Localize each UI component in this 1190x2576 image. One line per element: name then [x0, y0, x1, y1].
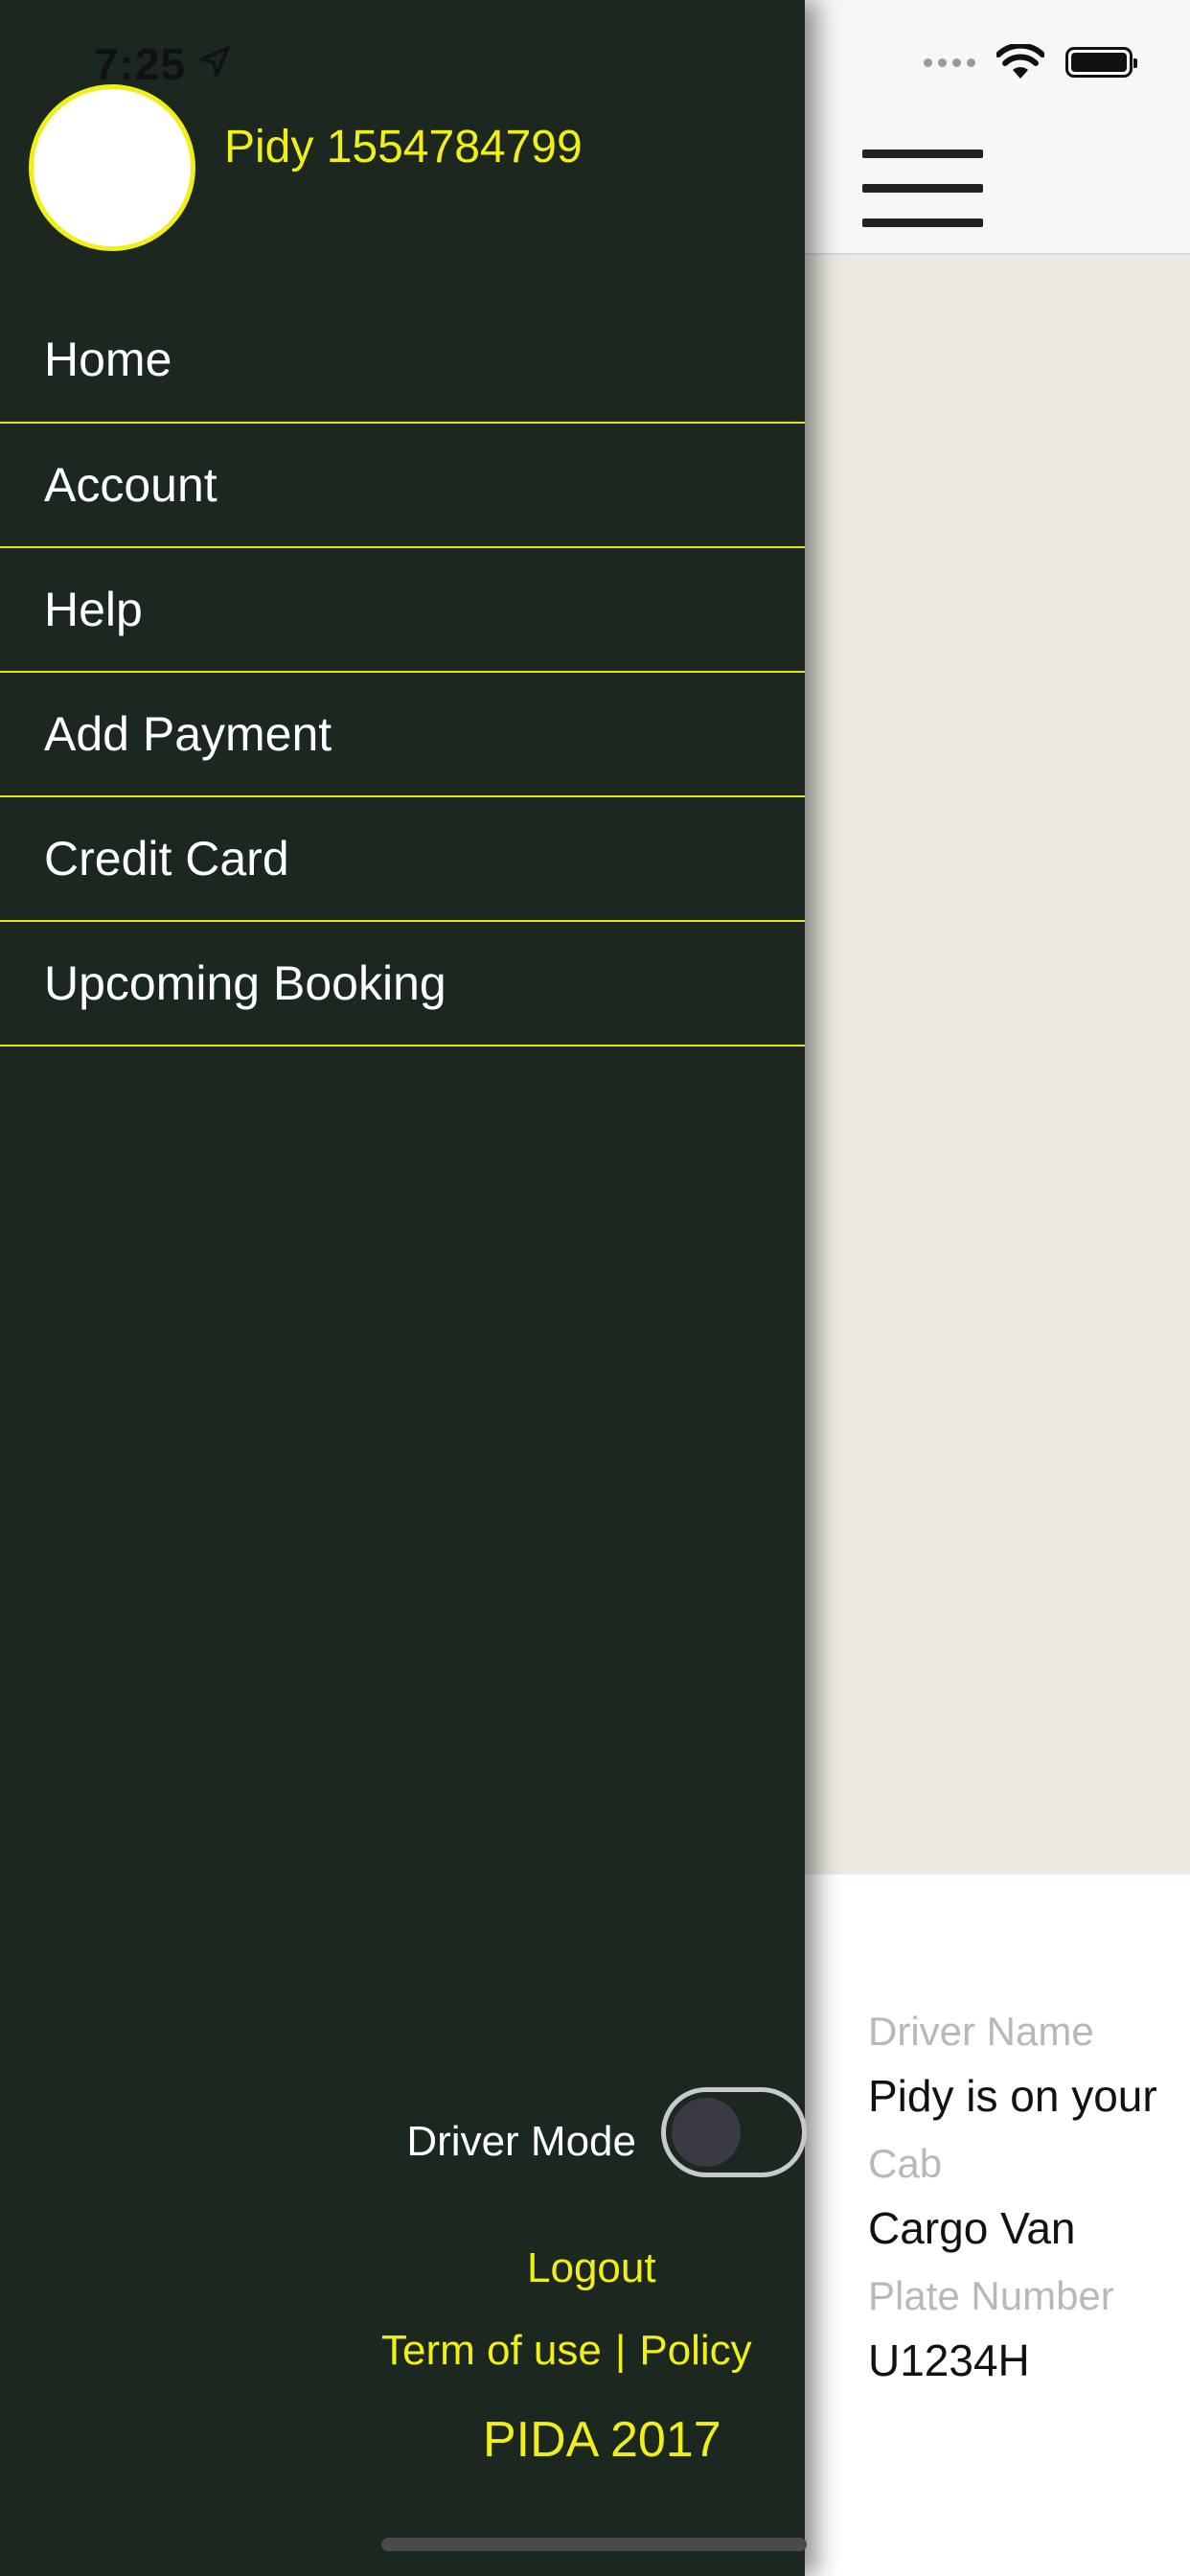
menu-item-home[interactable]: Home — [0, 297, 805, 424]
driver-mode-row: Driver Mode — [0, 2087, 807, 2179]
link-separator: | — [614, 2327, 627, 2374]
map-view[interactable] — [805, 255, 1190, 1874]
plate-number-value: U1234H — [868, 2335, 1030, 2385]
driver-mode-label: Driver Mode — [406, 2118, 636, 2165]
status-indicators — [924, 44, 1137, 80]
menu-item-help[interactable]: Help — [0, 548, 805, 673]
booking-info-panel: Driver Name Pidy is on your Cab Cargo Va… — [805, 1874, 1190, 2576]
cellular-signal-icon — [924, 58, 975, 67]
hamburger-menu-icon[interactable] — [862, 146, 983, 230]
location-arrow-icon — [199, 46, 230, 77]
legal-links: Term of use | Policy — [381, 2327, 752, 2375]
menu-item-account[interactable]: Account — [0, 424, 805, 548]
wifi-icon — [996, 44, 1044, 79]
terms-of-use-link[interactable]: Term of use — [381, 2327, 602, 2374]
driver-mode-toggle[interactable] — [661, 2087, 807, 2177]
battery-icon — [1065, 47, 1137, 78]
menu-item-credit-card[interactable]: Credit Card — [0, 797, 805, 922]
profile-avatar[interactable] — [29, 84, 195, 251]
logout-link[interactable]: Logout — [527, 2244, 656, 2292]
driver-name-label: Driver Name — [868, 2009, 1094, 2054]
side-drawer: 7:25 Pidy 1554784799 Home Account Help A… — [0, 0, 807, 2576]
cab-value: Cargo Van — [868, 2203, 1076, 2253]
menu-item-add-payment[interactable]: Add Payment — [0, 673, 805, 797]
policy-link[interactable]: Policy — [639, 2327, 751, 2374]
status-time: 7:25 — [94, 39, 187, 89]
home-indicator[interactable] — [381, 2538, 807, 2551]
drawer-menu: Home Account Help Add Payment Credit Car… — [0, 297, 805, 1046]
user-name: Pidy 1554784799 — [224, 122, 583, 172]
menu-item-upcoming-booking[interactable]: Upcoming Booking — [0, 922, 805, 1046]
cab-label: Cab — [868, 2141, 943, 2186]
plate-number-label: Plate Number — [868, 2273, 1114, 2318]
driver-name-value: Pidy is on your — [868, 2071, 1157, 2121]
toggle-knob — [672, 2098, 741, 2167]
brand-label: PIDA 2017 — [483, 2412, 721, 2468]
